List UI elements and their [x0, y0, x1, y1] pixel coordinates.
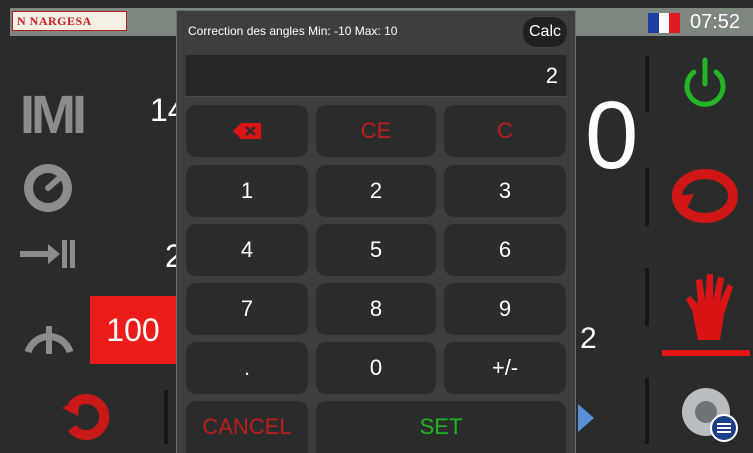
power-icon[interactable]	[680, 56, 730, 112]
clear-button[interactable]: C	[444, 105, 566, 157]
separator	[645, 168, 649, 226]
rotate-icon[interactable]	[58, 390, 116, 440]
key-8[interactable]: 8	[316, 283, 436, 335]
cancel-button[interactable]: CANCEL	[186, 401, 308, 453]
cycle-icon[interactable]	[670, 166, 740, 226]
separator	[164, 390, 168, 444]
key-decimal[interactable]: .	[186, 342, 308, 394]
separator	[645, 56, 649, 112]
calc-button[interactable]: Calc	[523, 17, 567, 47]
separator	[645, 268, 649, 326]
set-button[interactable]: SET	[316, 401, 566, 453]
backspace-icon	[233, 123, 261, 139]
active-indicator	[662, 350, 750, 356]
key-6[interactable]: 6	[444, 224, 566, 276]
stop-position-icon[interactable]	[18, 236, 78, 272]
key-3[interactable]: 3	[444, 165, 566, 217]
key-1[interactable]: 1	[186, 165, 308, 217]
value-display[interactable]: 2	[186, 55, 566, 97]
arc-icon[interactable]	[22, 306, 76, 356]
dialog-title: Correction des angles Min: -10 Max: 10	[188, 24, 398, 38]
key-5[interactable]: 5	[316, 224, 436, 276]
hand-stop-icon[interactable]	[682, 270, 738, 342]
settings-icon[interactable]	[676, 384, 740, 444]
separator	[645, 378, 649, 444]
clear-entry-button[interactable]: CE	[316, 105, 436, 157]
backspace-button[interactable]	[186, 105, 308, 157]
clock: 07:52	[690, 11, 741, 33]
nargesa-logo: N NARGESA	[12, 11, 127, 31]
french-flag-icon[interactable]	[648, 13, 681, 33]
key-7[interactable]: 7	[186, 283, 308, 335]
m-mode-icon[interactable]: IMI	[20, 84, 87, 146]
red-value-box[interactable]: 100	[90, 296, 176, 364]
key-4[interactable]: 4	[186, 224, 308, 276]
next-arrow-icon[interactable]	[578, 404, 594, 432]
counter-value: 0	[585, 82, 639, 189]
bottom-value: 2	[580, 322, 597, 355]
gauge-icon[interactable]	[20, 160, 76, 216]
key-sign[interactable]: +/-	[444, 342, 566, 394]
key-2[interactable]: 2	[316, 165, 436, 217]
key-0[interactable]: 0	[316, 342, 436, 394]
key-9[interactable]: 9	[444, 283, 566, 335]
